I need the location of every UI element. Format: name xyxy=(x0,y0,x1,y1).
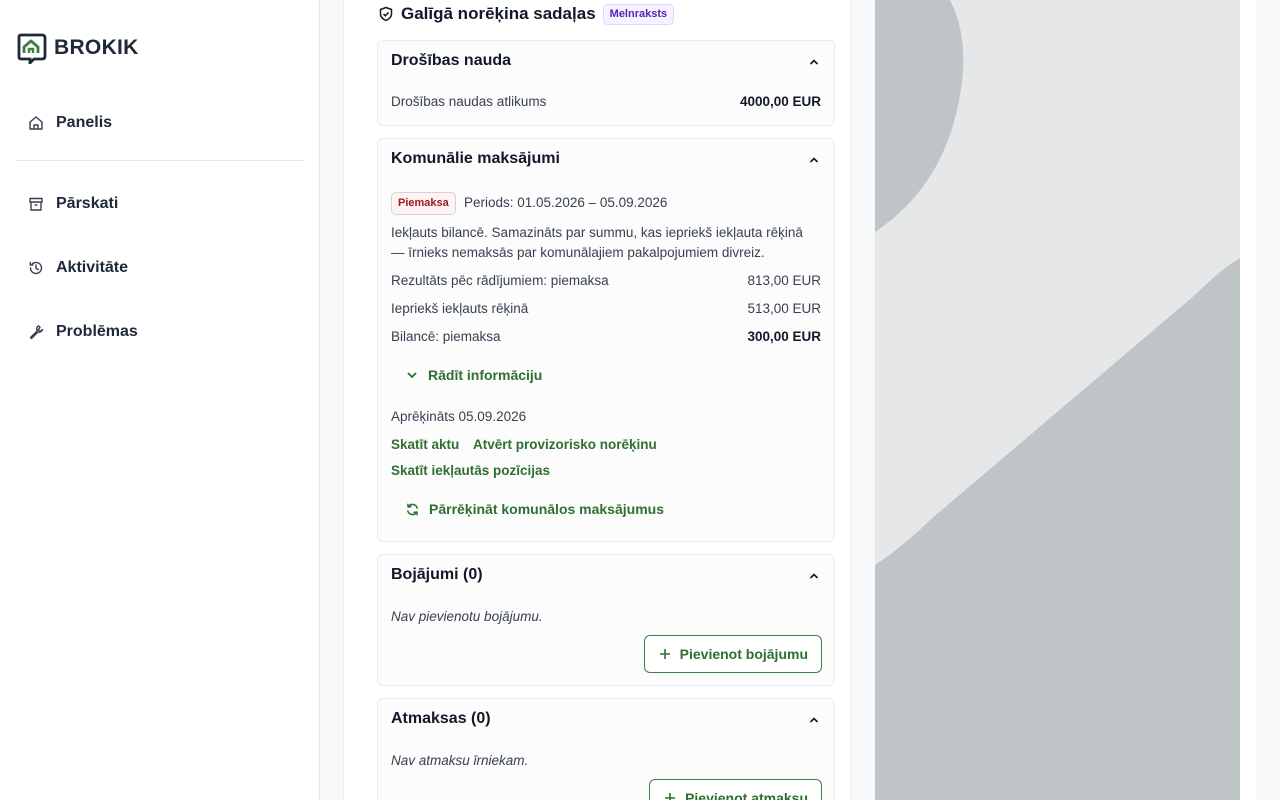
sidebar-item-aktivitate[interactable]: Aktivitāte xyxy=(28,259,128,277)
show-info-label: Rādīt informāciju xyxy=(428,367,543,383)
refresh-icon xyxy=(407,503,418,515)
row-value: 813,00 EUR xyxy=(747,273,821,288)
chevron-down-icon xyxy=(407,372,417,379)
section-refunds: Atmaksas (0) Nav atmaksu īrniekam. Pievi… xyxy=(377,698,835,800)
row-value: 300,00 EUR xyxy=(747,329,821,344)
history-icon xyxy=(29,261,43,275)
calculated-date: Aprēķināts 05.09.2026 xyxy=(391,409,527,424)
recalculate-label: Pārrēķināt komunālos maksājumus xyxy=(429,501,664,517)
row-label: Iepriekš iekļauts rēķinā xyxy=(391,301,529,316)
decorative-illustration xyxy=(875,0,1240,800)
row-value: 513,00 EUR xyxy=(747,301,821,316)
add-damage-label: Pievienot bojājumu xyxy=(679,646,808,662)
add-refund-button[interactable]: Pievienot atmaksu xyxy=(649,779,822,800)
status-badge: Melnraksts xyxy=(602,3,675,25)
plus-icon xyxy=(659,649,670,659)
row-label: Drošības naudas atlikums xyxy=(391,94,547,109)
show-info-button[interactable]: Rādīt informāciju xyxy=(405,367,542,383)
open-provisional-invoice-link[interactable]: Atvērt provizorisko norēķinu xyxy=(473,437,657,452)
chevron-up-icon[interactable] xyxy=(807,153,821,167)
section-deposit: Drošības nauda Drošības naudas atlikums … xyxy=(377,40,835,126)
abstract-shapes-illustration xyxy=(875,0,1240,800)
chevron-up-icon[interactable] xyxy=(807,55,821,69)
recalculate-utilities-button[interactable]: Pārrēķināt komunālos maksājumus xyxy=(405,501,664,517)
utilities-note-line-1: Iekļauts bilancē. Samazināts par summu, … xyxy=(391,225,803,240)
previously-invoiced-row: Iepriekš iekļauts rēķinā 513,00 EUR xyxy=(391,301,821,316)
sidebar-item-panelis[interactable]: Panelis xyxy=(28,114,112,132)
brand-name: BROKIK xyxy=(54,36,139,59)
sidebar-item-label: Problēmas xyxy=(56,323,138,340)
row-value: 4000,00 EUR xyxy=(739,94,821,109)
shield-check-icon xyxy=(379,6,393,22)
section-title[interactable]: Bojājumi (0) xyxy=(391,566,483,584)
sidebar-item-label: Pārskati xyxy=(56,195,119,212)
section-title[interactable]: Komunālie maksājumi xyxy=(391,150,560,168)
section-utilities: Komunālie maksājumi Piemaksa Periods: 01… xyxy=(377,138,835,542)
row-label: Rezultāts pēc rādījumiem: piemaksa xyxy=(391,273,609,288)
readings-result-row: Rezultāts pēc rādījumiem: piemaksa 813,0… xyxy=(391,273,821,288)
right-panel-edge xyxy=(1240,0,1256,800)
chevron-up-icon[interactable] xyxy=(807,569,821,583)
view-act-link[interactable]: Skatīt aktu xyxy=(391,437,459,452)
period-text: Periods: 01.05.2026 – 05.09.2026 xyxy=(464,195,668,210)
home-icon xyxy=(29,116,43,130)
page-edge xyxy=(1256,0,1280,800)
page-title: Galīgā norēķina sadaļas xyxy=(401,4,596,23)
refunds-empty-text: Nav atmaksu īrniekam. xyxy=(391,753,529,768)
archive-icon xyxy=(29,197,43,211)
brand-logo[interactable]: BROKIK xyxy=(16,32,139,64)
plus-icon xyxy=(665,793,676,800)
section-title[interactable]: Drošības nauda xyxy=(391,52,511,70)
sidebar-item-label: Aktivitāte xyxy=(56,259,129,276)
row-label: Bilancē: piemaksa xyxy=(391,329,501,344)
utilities-note-line-2: — īrnieks nemaksās par komunālajiem paka… xyxy=(391,245,765,260)
wrench-icon xyxy=(29,325,44,340)
add-damage-button[interactable]: Pievienot bojājumu xyxy=(643,635,822,673)
sidebar-item-problemas[interactable]: Problēmas xyxy=(28,323,138,341)
deposit-balance-row: Drošības naudas atlikums 4000,00 EUR xyxy=(391,94,821,109)
damages-empty-text: Nav pievienotu bojājumu. xyxy=(391,609,543,624)
section-title[interactable]: Atmaksas (0) xyxy=(391,710,491,728)
overpayment-badge: Piemaksa xyxy=(391,192,456,215)
chevron-up-icon[interactable] xyxy=(807,713,821,727)
sidebar-divider xyxy=(16,160,304,161)
add-refund-label: Pievienot atmaksu xyxy=(685,790,808,800)
view-included-items-link[interactable]: Skatīt iekļautās pozīcijas xyxy=(391,463,550,478)
settlement-panel: Galīgā norēķina sadaļas Melnraksts Drošī… xyxy=(343,0,851,800)
sidebar-item-parskati[interactable]: Pārskati xyxy=(28,195,118,213)
sidebar: BROKIK Panelis Pārskati Aktivitāte Probl… xyxy=(0,0,320,800)
sidebar-item-label: Panelis xyxy=(56,114,113,131)
balance-row: Bilancē: piemaksa 300,00 EUR xyxy=(391,329,821,344)
house-logo-icon xyxy=(17,33,47,64)
section-damages: Bojājumi (0) Nav pievienotu bojājumu. Pi… xyxy=(377,554,835,686)
panel-header: Galīgā norēķina sadaļas Melnraksts xyxy=(378,2,675,26)
